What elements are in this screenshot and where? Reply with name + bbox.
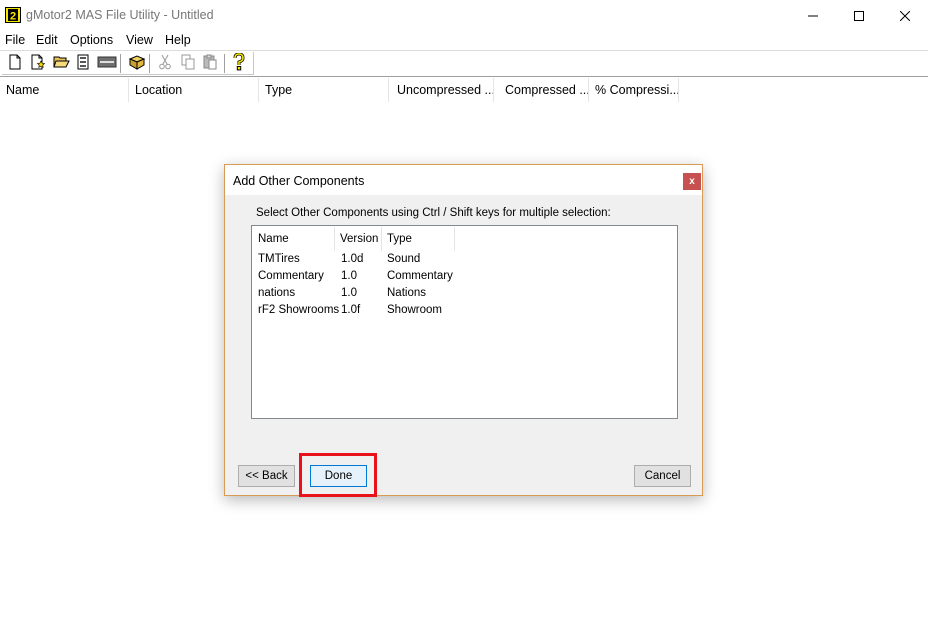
open-folder-icon (52, 54, 70, 72)
column-header-compressed[interactable]: Compressed ... (494, 78, 589, 102)
cut-icon (158, 54, 172, 73)
add-components-dialog: Add Other Components x Select Other Comp… (224, 164, 703, 497)
list-item[interactable]: TMTires 1.0d Sound (252, 251, 677, 268)
new-file-icon (8, 54, 22, 73)
extract-icon (75, 54, 91, 73)
component-type: Sound (387, 253, 421, 265)
menu-bar: File Edit Options View Help (0, 31, 928, 51)
component-name: TMTires (258, 253, 300, 265)
add-file-button[interactable] (28, 53, 48, 73)
dialog-title-bar: Add Other Components x (225, 165, 702, 195)
component-type: Showroom (387, 304, 442, 316)
component-version: 1.0 (341, 287, 357, 299)
extract-button[interactable] (73, 53, 93, 73)
column-header-uncompressed[interactable]: Uncompressed ... (389, 78, 494, 102)
column-header-name[interactable]: Name (252, 227, 335, 251)
paste-button[interactable] (200, 53, 220, 73)
properties-button[interactable] (96, 53, 118, 73)
close-icon: x (689, 176, 695, 187)
toolbar (0, 51, 928, 77)
column-header-location[interactable]: Location (129, 78, 259, 102)
component-type: Nations (387, 287, 426, 299)
paste-icon (202, 54, 218, 73)
maximize-icon (854, 10, 864, 21)
minimize-button[interactable] (790, 0, 836, 31)
list-item[interactable]: nations 1.0 Nations (252, 285, 677, 302)
package-icon (128, 54, 145, 73)
maximize-button[interactable] (836, 0, 882, 31)
column-header-type[interactable]: Type (382, 227, 455, 251)
component-type: Commentary (387, 270, 453, 282)
window-title: gMotor2 MAS File Utility - Untitled (26, 8, 214, 22)
toolbar-separator (149, 54, 151, 73)
component-name: Commentary (258, 270, 324, 282)
menu-view[interactable]: View (126, 33, 153, 47)
list-item[interactable]: rF2 Showrooms 1.0f Showroom (252, 302, 677, 319)
toolbar-separator (120, 54, 122, 73)
file-list-header: Name Location Type Uncompressed ... Comp… (0, 78, 928, 102)
add-file-icon (30, 54, 46, 73)
component-version: 1.0f (341, 304, 361, 316)
app-icon: 2 (5, 7, 21, 23)
cancel-button[interactable]: Cancel (634, 465, 691, 487)
toolbar-separator (224, 54, 226, 73)
minimize-icon (808, 11, 818, 21)
back-button[interactable]: << Back (238, 465, 295, 487)
menu-file[interactable]: File (5, 33, 25, 47)
menu-help[interactable]: Help (165, 33, 191, 47)
new-button[interactable] (5, 53, 25, 73)
help-button[interactable] (229, 51, 249, 74)
copy-icon (180, 54, 196, 73)
cut-button[interactable] (155, 53, 175, 73)
dialog-title: Add Other Components (233, 174, 365, 188)
column-header-type[interactable]: Type (259, 78, 389, 102)
package-button[interactable] (126, 53, 146, 73)
component-version: 1.0 (341, 270, 357, 282)
svg-text:2: 2 (10, 11, 16, 23)
close-icon (900, 10, 910, 21)
column-header-compression-pct[interactable]: % Compressi... (589, 78, 679, 102)
help-icon (232, 51, 246, 74)
dialog-close-button[interactable]: x (683, 173, 701, 190)
menu-options[interactable]: Options (70, 33, 113, 47)
menu-edit[interactable]: Edit (36, 33, 58, 47)
open-button[interactable] (51, 53, 71, 73)
component-version: 1.0d (341, 253, 364, 265)
close-button[interactable] (882, 0, 928, 31)
components-list[interactable]: Name Version Type TMTires 1.0d Sound Com… (251, 225, 678, 419)
copy-button[interactable] (178, 53, 198, 73)
component-name: nations (258, 287, 296, 299)
title-bar: 2 gMotor2 MAS File Utility - Untitled (0, 0, 928, 31)
component-name: rF2 Showrooms (258, 304, 340, 316)
column-header-version[interactable]: Version (335, 227, 382, 251)
dialog-instruction: Select Other Components using Ctrl / Shi… (256, 207, 611, 219)
list-item[interactable]: Commentary 1.0 Commentary (252, 268, 677, 285)
properties-icon (97, 55, 117, 72)
highlight-box (299, 453, 377, 497)
column-header-name[interactable]: Name (0, 78, 129, 102)
